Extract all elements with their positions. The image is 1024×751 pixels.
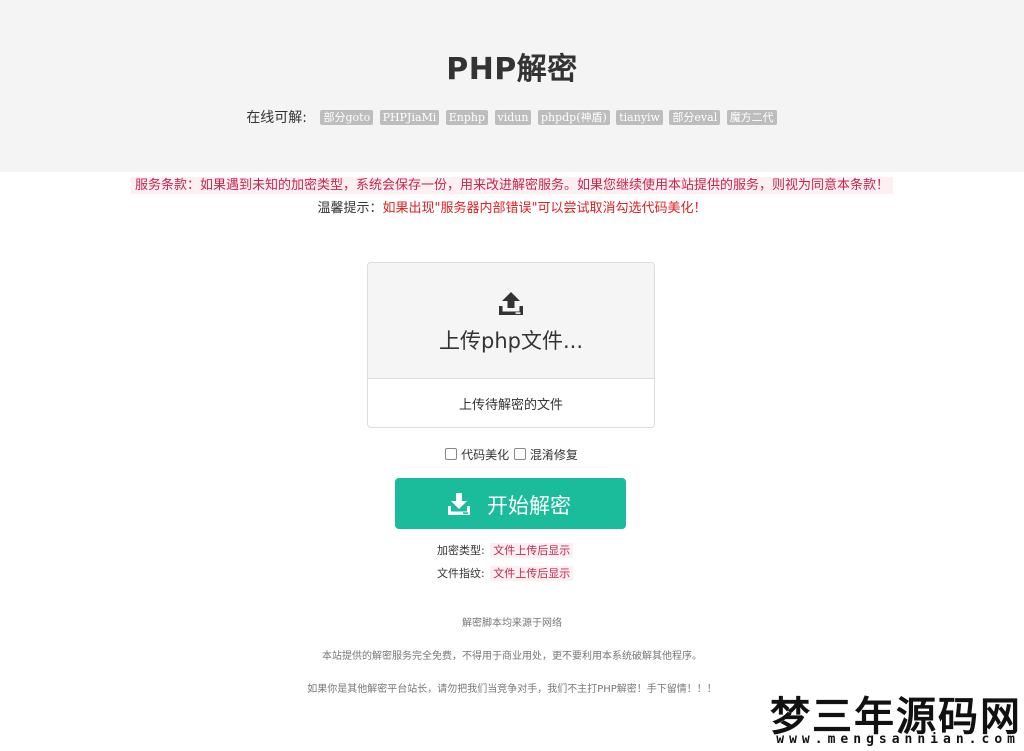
fingerprint-row: 文件指纹: 文件上传后显示 [437,565,574,581]
tip-label: 温馨提示： [317,201,383,216]
watermark-url: www.mengsannian.com [776,732,1020,747]
options-row: 代码美化 混淆修复 [0,446,1024,463]
start-decrypt-button[interactable]: 开始解密 [395,478,626,529]
type-tag: tianyiw [616,109,663,125]
upload-icon [499,292,523,315]
type-tag: PHPJiaMi [379,109,440,125]
obfuscation-fix-label[interactable]: 混淆修复 [530,448,578,462]
upload-label: 上传php文件... [439,329,583,353]
type-tag: 魔方二代 [726,109,777,125]
supported-types-label: 在线可解: [246,110,308,126]
tip-notice: 温馨提示：如果出现"服务器内部错误"可以尝试取消勾选代码美化！ [0,197,1024,216]
type-tag: 部分goto [320,109,374,125]
encrypt-type-value: 文件上传后显示 [490,543,574,558]
fingerprint-value: 文件上传后显示 [490,566,574,581]
type-tag: 部分eval [669,109,721,125]
type-tag: phpdp(神盾) [537,109,610,125]
header: PHP解密 在线可解: 部分goto PHPJiaMi Enphp vidun … [0,0,1024,172]
footer-free-note: 本站提供的解密服务完全免费，不得用于商业用处，更不要利用本系统破解其他程序。 [322,651,702,662]
upload-dropzone[interactable]: 上传php文件... [368,263,654,379]
file-upload-area[interactable]: 上传php文件... 上传待解密的文件 [367,262,655,428]
upload-hint: 上传待解密的文件 [458,398,563,413]
code-beautify-label[interactable]: 代码美化 [461,448,509,462]
tip-text: 如果出现"服务器内部错误"可以尝试取消勾选代码美化！ [382,201,707,216]
start-decrypt-label: 开始解密 [487,494,571,518]
fingerprint-label: 文件指纹: [437,567,485,580]
site-watermark: 梦三年源码网 www.mengsannian.com [706,684,1024,751]
encrypt-type-row: 加密类型: 文件上传后显示 [437,542,574,558]
terms-notice: 服务条款：如果遇到未知的加密类型，系统会保存一份，用来改进解密服务。如果您继续使… [0,174,1024,194]
obfuscation-fix-checkbox[interactable] [513,448,526,460]
footer-source-note: 解密脚本均来源于网络 [462,618,562,629]
terms-text: 服务条款：如果遇到未知的加密类型，系统会保存一份，用来改进解密服务。如果您继续使… [130,177,893,194]
type-tag: vidun [494,109,532,125]
page-title: PHP解密 [446,52,578,87]
encrypt-type-label: 加密类型: [437,544,485,557]
code-beautify-checkbox[interactable] [445,448,458,460]
download-icon [448,493,470,515]
type-tag: Enphp [445,109,489,125]
supported-types-row: 在线可解: 部分goto PHPJiaMi Enphp vidun phpdp(… [0,107,1024,127]
